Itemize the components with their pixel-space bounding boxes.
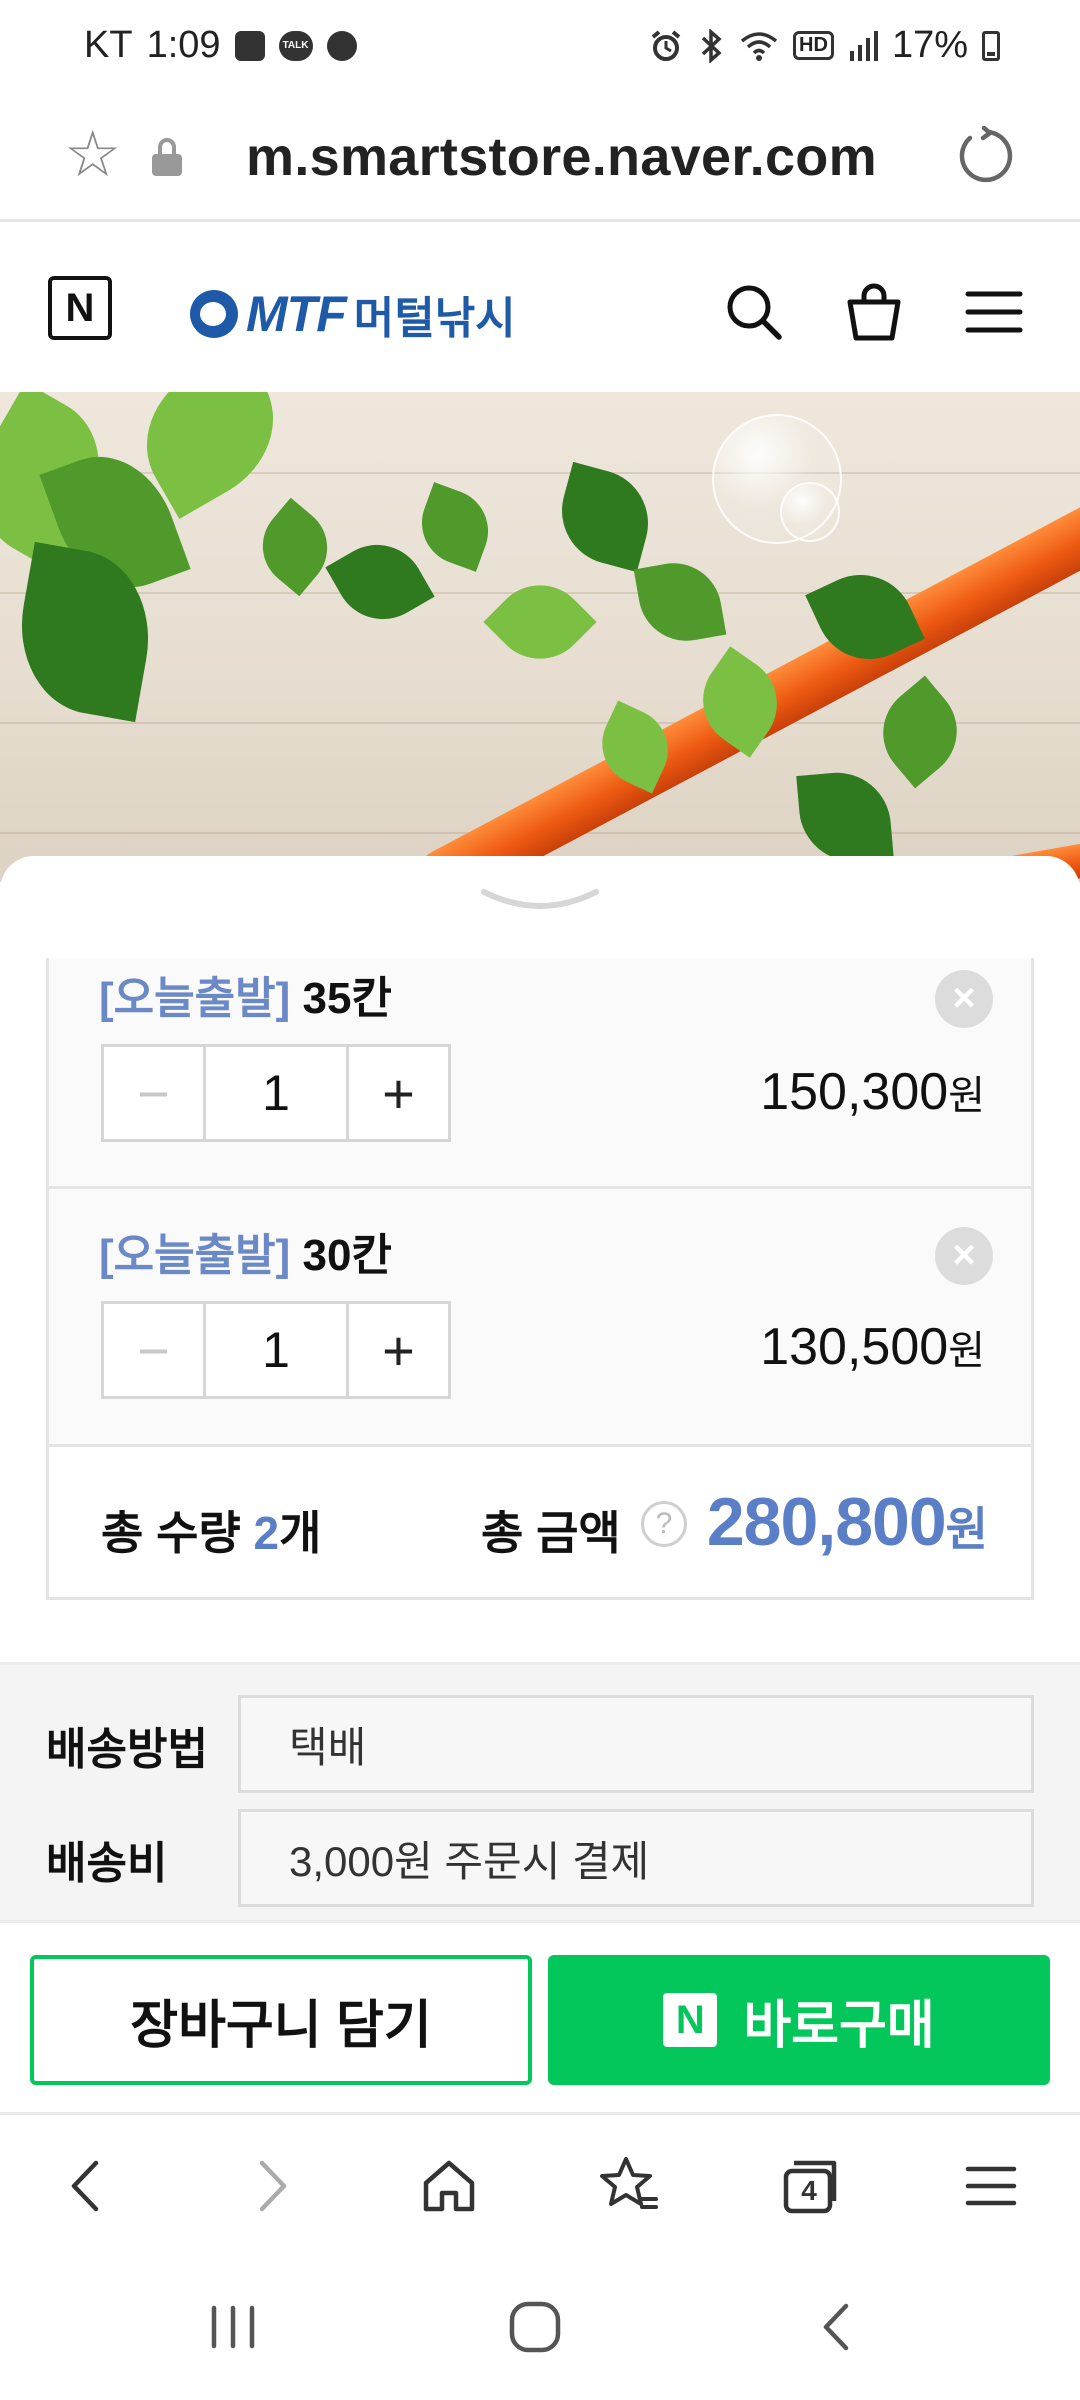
- quantity-input[interactable]: 1: [206, 1047, 346, 1139]
- home-nav-icon[interactable]: [502, 2294, 568, 2360]
- total-amount-label: 총 금액: [481, 1507, 621, 1559]
- leaf: [796, 768, 894, 866]
- option-title: [오늘출발] 35칸: [99, 962, 392, 1026]
- option-name: 30칸: [302, 1231, 392, 1280]
- store-header: N MTF 머털낚시: [0, 222, 1080, 392]
- option-item: [오늘출발] 30칸 × − 1 + 130,500원: [49, 1189, 1031, 1447]
- quantity-stepper: − 1 +: [101, 1044, 451, 1142]
- menu-icon[interactable]: [962, 280, 1026, 344]
- leaf: [863, 675, 977, 789]
- total-amount-value: 280,800: [706, 1484, 947, 1560]
- option-title: [오늘출발] 30칸: [99, 1219, 392, 1283]
- total-quantity-value: 2: [253, 1507, 280, 1559]
- remove-option-button[interactable]: ×: [935, 1227, 993, 1285]
- total-quantity: 총 수량 2개: [101, 1497, 321, 1563]
- increase-quantity-button[interactable]: +: [346, 1047, 448, 1139]
- carrier-label: KT: [84, 24, 133, 66]
- tab-count: 4: [801, 2175, 817, 2206]
- option-item: [오늘출발] 35칸 × − 1 + 150,300원: [49, 958, 1031, 1188]
- browser-address-bar: ☆ m.smartstore.naver.com: [0, 96, 1080, 222]
- status-left: KT 1:09 TALK: [84, 24, 357, 67]
- order-total-summary: 총 수량 2개 총 금액 ? 280,800원: [46, 1444, 1034, 1600]
- total-quantity-unit: 개: [279, 1507, 322, 1559]
- recent-apps-icon[interactable]: [200, 2294, 266, 2360]
- option-tag: [오늘출발]: [99, 1231, 291, 1280]
- shipping-fee-label: 배송비: [46, 1839, 168, 1888]
- total-amount-currency: 원: [945, 1503, 988, 1555]
- remove-option-button[interactable]: ×: [935, 970, 993, 1028]
- reload-icon[interactable]: [954, 126, 1014, 186]
- shipping-method-label: 배송방법: [46, 1725, 208, 1774]
- alarm-icon: [651, 29, 681, 61]
- collapse-sheet-handle[interactable]: [480, 886, 600, 916]
- hd-icon: HD: [793, 31, 834, 60]
- bubble: [780, 482, 840, 542]
- leaf: [325, 527, 435, 637]
- back-icon[interactable]: [54, 2153, 120, 2219]
- url-text[interactable]: m.smartstore.naver.com: [246, 126, 877, 188]
- bookmarks-icon[interactable]: [596, 2153, 662, 2219]
- decrease-quantity-button[interactable]: −: [104, 1047, 206, 1139]
- total-quantity-label: 총 수량: [101, 1507, 241, 1559]
- naver-pay-icon: N: [663, 1993, 718, 2047]
- forward-icon[interactable]: [238, 2153, 304, 2219]
- decrease-quantity-button[interactable]: −: [104, 1304, 206, 1396]
- system-navigation-bar: [0, 2254, 1080, 2400]
- leaf: [483, 565, 597, 679]
- lock-icon[interactable]: [152, 138, 182, 176]
- option-name: 35칸: [302, 974, 392, 1023]
- leaf: [549, 461, 661, 573]
- buy-now-button[interactable]: N 바로구매: [548, 1955, 1050, 2085]
- quantity-stepper: − 1 +: [101, 1301, 451, 1399]
- brand-name: 머털낚시: [353, 294, 516, 343]
- brand-mark-icon: [190, 290, 238, 338]
- battery-percent: 17%: [891, 24, 968, 66]
- store-brand-logo[interactable]: MTF 머털낚시: [190, 282, 516, 346]
- chat-bubble-icon: [326, 30, 357, 61]
- option-price-currency: 원: [948, 1074, 985, 1118]
- leaf: [245, 497, 345, 597]
- option-price: 150,300원: [760, 1062, 985, 1122]
- buy-now-label: 바로구매: [743, 1996, 935, 2055]
- option-price: 130,500원: [760, 1317, 985, 1377]
- clock: 1:09: [146, 24, 221, 66]
- browser-toolbar: 4: [0, 2112, 1080, 2254]
- browser-menu-icon[interactable]: [958, 2153, 1024, 2219]
- home-icon[interactable]: [416, 2153, 482, 2219]
- shopping-bag-icon[interactable]: [842, 280, 906, 344]
- battery-icon: [982, 30, 1000, 61]
- talk-icon: TALK: [278, 30, 313, 61]
- search-icon[interactable]: [722, 280, 786, 344]
- status-right: HD 17%: [649, 24, 1000, 67]
- option-tag: [오늘출발]: [99, 974, 291, 1023]
- option-price-currency: 원: [948, 1329, 985, 1373]
- purchase-actions: 장바구니 담기 N 바로구매: [0, 1920, 1080, 2112]
- increase-quantity-button[interactable]: +: [346, 1304, 448, 1396]
- store-banner-image: [0, 392, 1080, 882]
- bookmark-star-icon[interactable]: ☆: [64, 122, 121, 186]
- quantity-input[interactable]: 1: [206, 1304, 346, 1396]
- wifi-icon: [740, 31, 778, 61]
- bluetooth-icon: [701, 28, 722, 63]
- shipping-fee-field[interactable]: 3,000원 주문시 결제: [238, 1809, 1034, 1907]
- leaf: [633, 555, 727, 649]
- back-nav-icon[interactable]: [804, 2294, 870, 2360]
- shipping-method-field[interactable]: 택배: [238, 1695, 1034, 1793]
- brand-mark-text: MTF: [246, 286, 347, 342]
- add-to-cart-button[interactable]: 장바구니 담기: [30, 1955, 532, 2085]
- signal-icon: [849, 30, 878, 61]
- leaf: [410, 482, 500, 572]
- naver-logo[interactable]: N: [48, 276, 112, 340]
- status-bar: KT 1:09 TALK HD 17%: [0, 0, 1080, 96]
- total-amount: 280,800원: [706, 1483, 988, 1561]
- shipping-section: 배송방법 택배 배송비 3,000원 주문시 결제: [0, 1662, 1080, 1932]
- tabs-icon[interactable]: 4: [776, 2153, 842, 2219]
- selected-options-list: [오늘출발] 35칸 × − 1 + 150,300원 [오늘출발] 30칸 ×…: [46, 958, 1034, 1462]
- option-price-value: 130,500: [760, 1318, 949, 1376]
- gallery-icon: [234, 30, 265, 61]
- help-icon[interactable]: ?: [641, 1501, 687, 1547]
- option-price-value: 150,300: [760, 1063, 949, 1121]
